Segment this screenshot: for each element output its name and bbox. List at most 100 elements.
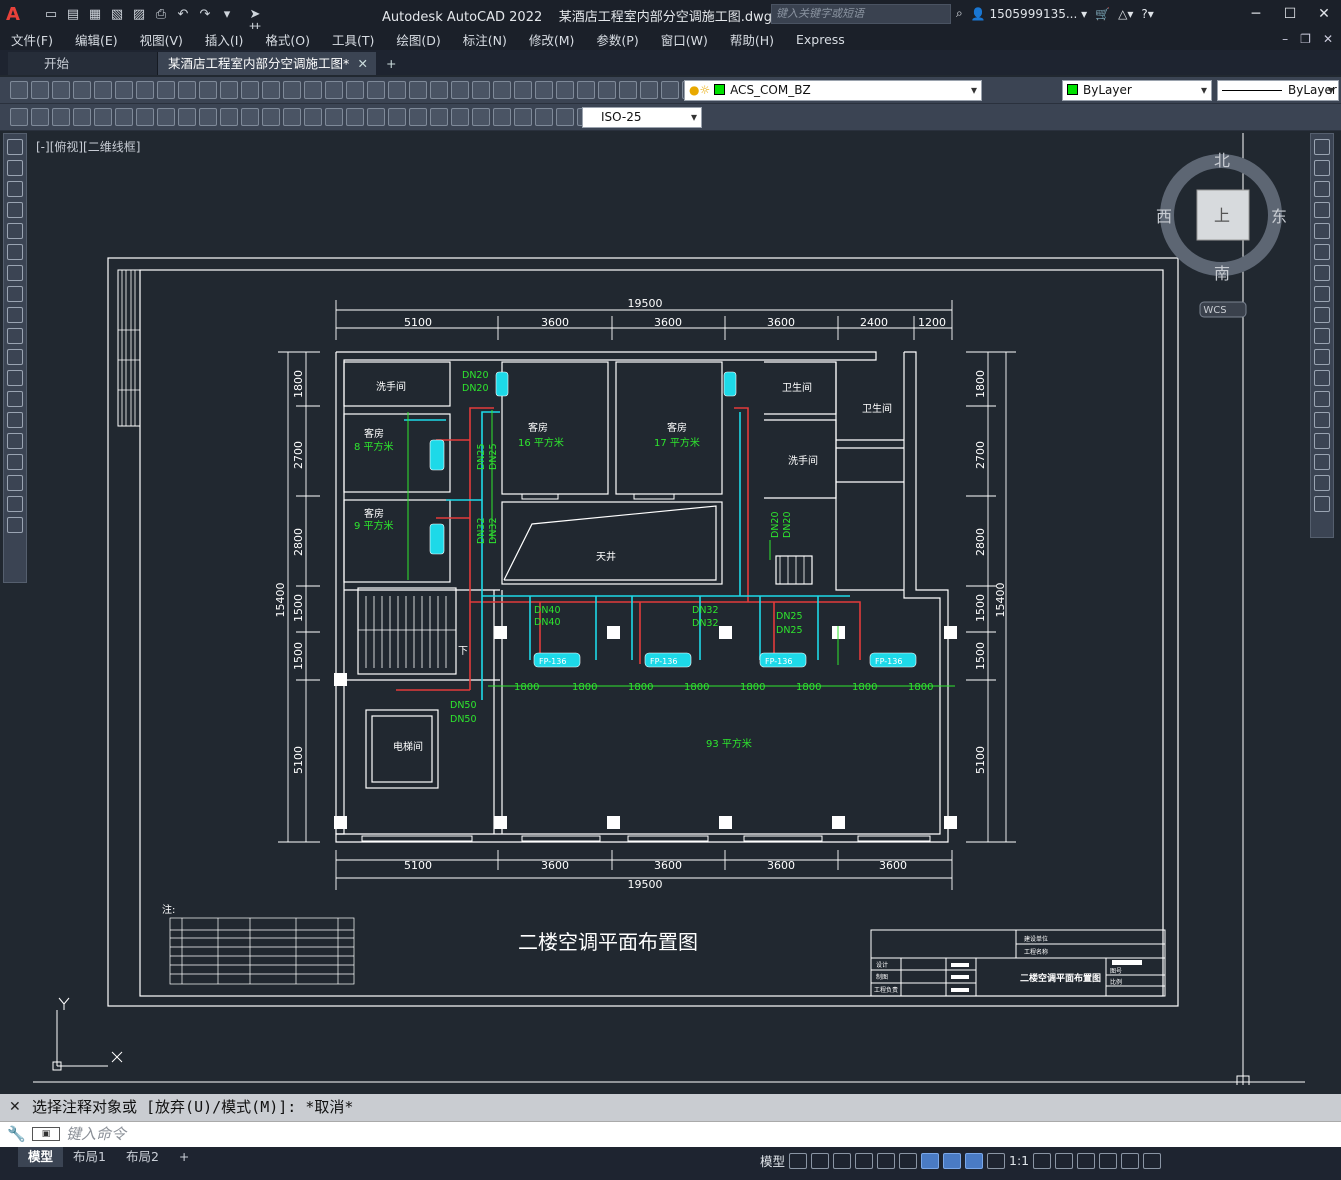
publish-icon[interactable]: ▨: [130, 7, 148, 23]
dimension-tool-icon-21[interactable]: [451, 108, 469, 126]
standard-tool-icon-2[interactable]: [52, 81, 70, 99]
customize-menu-icon[interactable]: [1143, 1152, 1162, 1169]
draw-tool-icon-6[interactable]: [7, 265, 23, 281]
modify-tool-icon-3[interactable]: [1314, 202, 1330, 218]
dimension-tool-icon-11[interactable]: [241, 108, 259, 126]
standard-tool-icon-6[interactable]: [136, 81, 154, 99]
layer-dropdown[interactable]: ●☼ ACS_COM_BZ: [684, 80, 982, 101]
draw-tool-icon-17[interactable]: [7, 496, 23, 512]
dimension-tool-icon-9[interactable]: [199, 108, 217, 126]
modify-tool-icon-12[interactable]: [1314, 391, 1330, 407]
draw-tool-icon-11[interactable]: [7, 370, 23, 386]
dimension-tool-icon-17[interactable]: [367, 108, 385, 126]
help-icon[interactable]: ?▾: [1141, 7, 1153, 21]
dimension-tool-icon-23[interactable]: [493, 108, 511, 126]
dimension-tool-icon-6[interactable]: [136, 108, 154, 126]
draw-tool-icon-12[interactable]: [7, 391, 23, 407]
autocad-logo-icon[interactable]: A: [6, 4, 28, 26]
undo-icon[interactable]: ↶: [174, 7, 192, 23]
draw-tool-icon-2[interactable]: [7, 181, 23, 197]
dimension-tool-icon-24[interactable]: [514, 108, 532, 126]
menu-item-9[interactable]: 参数(P): [585, 30, 649, 49]
dimension-tool-icon-22[interactable]: [472, 108, 490, 126]
object-snap-icon[interactable]: [921, 1152, 940, 1169]
customize-dropdown-icon[interactable]: ▾: [218, 7, 236, 23]
dimension-tool-icon-1[interactable]: [31, 108, 49, 126]
modify-tool-icon-4[interactable]: [1314, 223, 1330, 239]
clean-screen-icon[interactable]: [1121, 1152, 1140, 1169]
standard-tool-icon-13[interactable]: [283, 81, 301, 99]
doc-minimize-icon[interactable]: –: [1282, 29, 1288, 50]
dimension-tool-icon-26[interactable]: [556, 108, 574, 126]
new-file-icon[interactable]: ▭: [42, 7, 60, 23]
dimension-tool-icon-16[interactable]: [346, 108, 364, 126]
standard-tool-icon-23[interactable]: [493, 81, 511, 99]
draw-tool-icon-13[interactable]: [7, 412, 23, 428]
menu-item-11[interactable]: 帮助(H): [719, 30, 785, 49]
viewcube[interactable]: 上 北 南 东 西 WCS: [1156, 151, 1287, 318]
viewcube-north[interactable]: 北: [1214, 151, 1230, 170]
standard-tool-icon-30[interactable]: [640, 81, 658, 99]
draw-tool-icon-8[interactable]: [7, 307, 23, 323]
viewcube-east[interactable]: 东: [1271, 207, 1287, 226]
standard-tool-icon-20[interactable]: [430, 81, 448, 99]
tab-model[interactable]: 模型: [18, 1147, 64, 1167]
menu-item-2[interactable]: 视图(V): [129, 30, 194, 49]
dimension-tool-icon-2[interactable]: [52, 108, 70, 126]
menu-item-7[interactable]: 标注(N): [452, 30, 518, 49]
viewcube-west[interactable]: 西: [1156, 207, 1172, 226]
model-space-button[interactable]: 模型: [760, 1151, 785, 1170]
grid-icon[interactable]: [789, 1152, 808, 1169]
standard-tool-icon-11[interactable]: [241, 81, 259, 99]
dimension-tool-icon-19[interactable]: [409, 108, 427, 126]
redo-icon[interactable]: ↷: [196, 7, 214, 23]
save-icon[interactable]: ▦: [86, 7, 104, 23]
tab-layout1[interactable]: 布局1: [63, 1147, 116, 1167]
viewcube-south[interactable]: 南: [1214, 264, 1230, 283]
auto-scale-icon[interactable]: [987, 1152, 1006, 1169]
viewport-controls[interactable]: [-][俯视][二维线框]: [36, 138, 140, 155]
user-account[interactable]: 👤 1505999135... ▾: [971, 7, 1087, 21]
draw-tool-icon-4[interactable]: [7, 223, 23, 239]
share-button[interactable]: ➤共享: [246, 7, 264, 54]
modify-tool-icon-13[interactable]: [1314, 412, 1330, 428]
draw-tool-icon-16[interactable]: [7, 475, 23, 491]
standard-tool-icon-14[interactable]: [304, 81, 322, 99]
standard-tool-icon-0[interactable]: [10, 81, 28, 99]
print-icon[interactable]: ⎙: [152, 7, 170, 23]
menu-item-3[interactable]: 插入(I): [194, 30, 254, 49]
tab-close-icon[interactable]: ✕: [358, 52, 368, 75]
dimension-tool-icon-13[interactable]: [283, 108, 301, 126]
modify-tool-icon-14[interactable]: [1314, 433, 1330, 449]
dimension-tool-icon-8[interactable]: [178, 108, 196, 126]
linetype-dropdown[interactable]: ByLayer: [1217, 80, 1339, 101]
doc-restore-icon[interactable]: ❐: [1300, 29, 1311, 50]
draw-tool-icon-7[interactable]: [7, 286, 23, 302]
standard-tool-icon-3[interactable]: [73, 81, 91, 99]
search-icon[interactable]: ⌕: [956, 6, 963, 21]
command-input[interactable]: 🔧 ▣ 键入命令: [0, 1121, 1341, 1147]
lineweight-icon[interactable]: [943, 1152, 962, 1169]
isodraft-icon[interactable]: [877, 1152, 896, 1169]
standard-tool-icon-15[interactable]: [325, 81, 343, 99]
recent-commands-icon[interactable]: ▣: [32, 1127, 60, 1141]
autodesk-app-icon[interactable]: △▾: [1118, 7, 1133, 21]
modify-tool-icon-6[interactable]: [1314, 265, 1330, 281]
standard-tool-icon-1[interactable]: [31, 81, 49, 99]
annotation-scale[interactable]: 1:1: [1009, 1153, 1029, 1168]
tab-start[interactable]: 开始: [8, 52, 158, 75]
menu-item-10[interactable]: 窗口(W): [650, 30, 719, 49]
dimension-tool-icon-0[interactable]: [10, 108, 28, 126]
add-layout-button[interactable]: +: [169, 1147, 199, 1167]
dimension-tool-icon-4[interactable]: [94, 108, 112, 126]
polar-icon[interactable]: [855, 1152, 874, 1169]
menu-item-4[interactable]: 格式(O): [254, 30, 321, 49]
standard-tool-icon-24[interactable]: [514, 81, 532, 99]
modify-tool-icon-9[interactable]: [1314, 328, 1330, 344]
modify-tool-icon-2[interactable]: [1314, 181, 1330, 197]
standard-tool-icon-8[interactable]: [178, 81, 196, 99]
dimension-tool-icon-15[interactable]: [325, 108, 343, 126]
standard-tool-icon-26[interactable]: [556, 81, 574, 99]
dimstyle-dropdown[interactable]: ISO-25: [582, 107, 702, 128]
tab-layout2[interactable]: 布局2: [116, 1147, 169, 1167]
